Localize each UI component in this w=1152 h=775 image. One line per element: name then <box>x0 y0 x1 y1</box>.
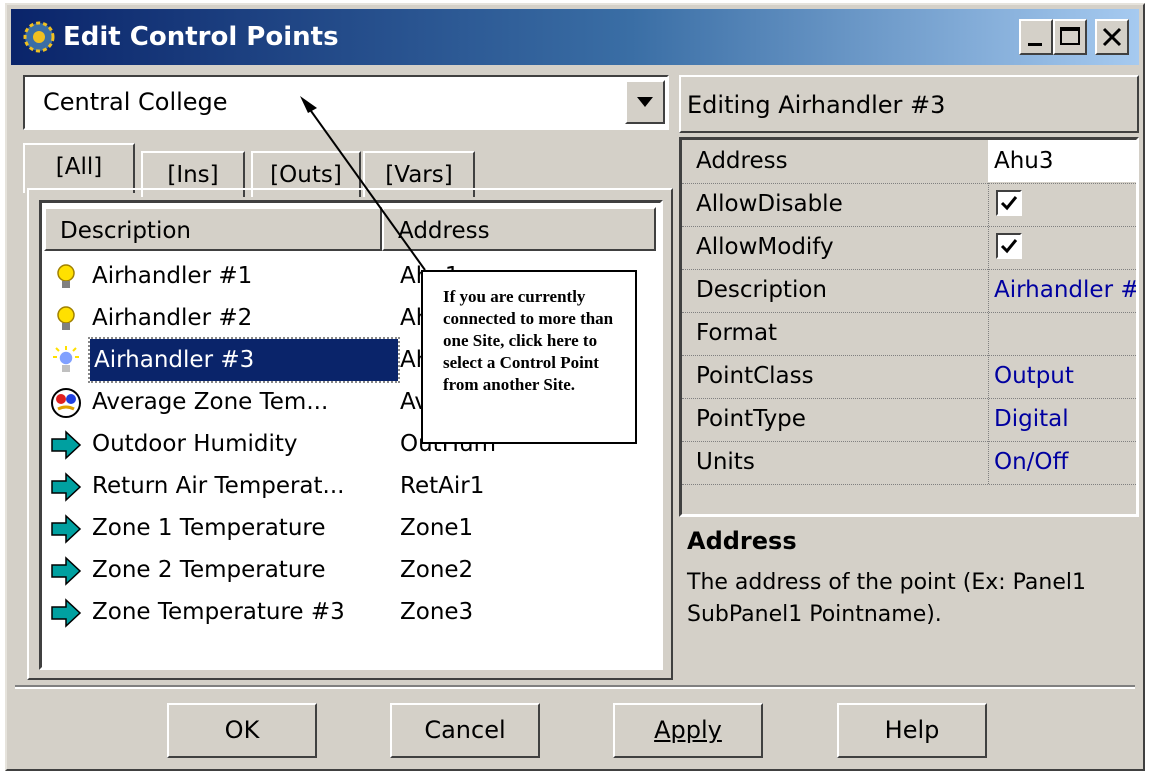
annotation-arrow <box>300 96 426 271</box>
